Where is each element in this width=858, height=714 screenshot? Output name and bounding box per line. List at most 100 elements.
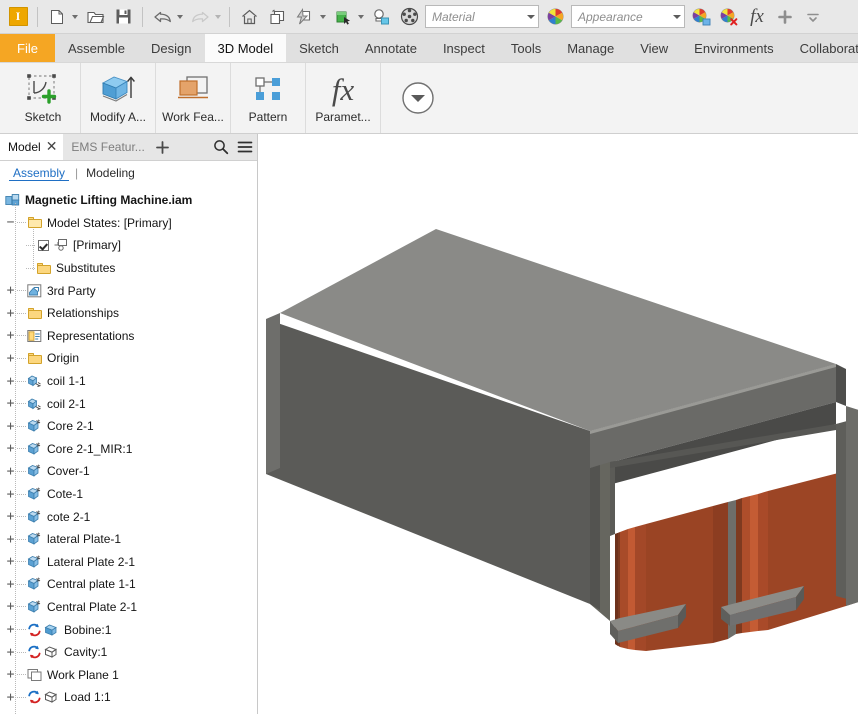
- select-button[interactable]: [329, 4, 357, 30]
- create-sketch-button[interactable]: Sketch: [12, 67, 74, 124]
- tree-item-lateral-plate-2-1[interactable]: + Lateral Plate 2-1: [0, 551, 257, 574]
- tree-item-label: Core 2-1: [47, 419, 94, 434]
- add-tool-button[interactable]: [771, 4, 799, 30]
- tab-tools[interactable]: Tools: [498, 34, 554, 62]
- new-file-dropdown-icon[interactable]: [72, 14, 78, 19]
- tree-item-representations[interactable]: + Representations: [0, 325, 257, 348]
- update-dropdown-icon[interactable]: [320, 14, 326, 19]
- tab-inspect[interactable]: Inspect: [430, 34, 498, 62]
- pattern-label: Pattern: [248, 110, 288, 124]
- tab-sketch[interactable]: Sketch: [286, 34, 352, 62]
- tab-manage[interactable]: Manage: [554, 34, 627, 62]
- tree-item-core-2-1-mir[interactable]: + Core 2-1_MIR:1: [0, 438, 257, 461]
- tab-collaborate[interactable]: Collaborate: [787, 34, 858, 62]
- tab-file[interactable]: File: [0, 34, 55, 62]
- tree-item-cote-1[interactable]: + Cote-1: [0, 483, 257, 506]
- inventor-logo-button[interactable]: I: [4, 4, 32, 30]
- tab-assemble[interactable]: Assemble: [55, 34, 138, 62]
- third-party-icon: [26, 283, 43, 298]
- open-file-button[interactable]: [81, 4, 109, 30]
- tree-item-work-plane-1[interactable]: + Work Plane 1: [0, 663, 257, 686]
- tree-item-lateral-plate-1[interactable]: + lateral Plate-1: [0, 528, 257, 551]
- tree-connector: [17, 555, 26, 569]
- tree-item-relationships[interactable]: + Relationships: [0, 302, 257, 325]
- add-tab-button[interactable]: [151, 134, 175, 160]
- tree-item-label: lateral Plate-1: [47, 532, 122, 547]
- tree-item-label: coil 2-1: [47, 396, 86, 411]
- material-combo[interactable]: Material: [425, 5, 539, 28]
- home-button[interactable]: [235, 4, 263, 30]
- redo-dropdown-icon[interactable]: [215, 14, 221, 19]
- tree-item-cavity-1[interactable]: + Cavity:1: [0, 641, 257, 664]
- tree-item-label: Substitutes: [56, 261, 116, 276]
- fx-parameters-button[interactable]: fx: [743, 4, 771, 30]
- select-dropdown-icon[interactable]: [358, 14, 364, 19]
- tree-item-3rd-party[interactable]: + 3rd Party: [0, 279, 257, 302]
- part-icon: [26, 464, 43, 479]
- model-tree[interactable]: Magnetic Lifting Machine.iam − Model Sta…: [0, 185, 257, 714]
- tree-item-central-plate-2-1[interactable]: + Central Plate 2-1: [0, 596, 257, 619]
- ems-analysis-button[interactable]: [367, 4, 395, 30]
- tree-item-central-plate-1-1[interactable]: + Central plate 1-1: [0, 573, 257, 596]
- redo-button[interactable]: [186, 4, 214, 30]
- tree-item-model-states[interactable]: − Model States: [Primary]: [0, 212, 257, 235]
- search-browser-button[interactable]: [209, 134, 233, 160]
- tab-annotate[interactable]: Annotate: [352, 34, 430, 62]
- tree-item-origin[interactable]: + Origin: [0, 347, 257, 370]
- modify-assembly-button[interactable]: Modify A...: [87, 67, 149, 124]
- pattern-button[interactable]: Pattern: [237, 67, 299, 124]
- browser-menu-button[interactable]: [233, 134, 257, 160]
- material-dropdown-icon[interactable]: [523, 7, 538, 26]
- tree-item-cover-1[interactable]: + Cover-1: [0, 460, 257, 483]
- tree-item-load-1-1[interactable]: + Load 1:1: [0, 686, 257, 709]
- tree-item-label: Magnetic Lifting Machine.iam: [25, 193, 193, 208]
- tree-item-core-2-1[interactable]: + Core 2-1: [0, 415, 257, 438]
- subtab-assembly[interactable]: Assembly: [9, 166, 70, 181]
- wire-body-icon: [43, 690, 60, 705]
- parameters-button[interactable]: fx Paramet...: [312, 67, 374, 125]
- tree-item-substitutes[interactable]: Substitutes: [0, 257, 257, 280]
- more-tools-button[interactable]: [799, 4, 827, 30]
- browser-subtab-bar: Assembly | Modeling: [0, 161, 257, 185]
- undo-dropdown-icon[interactable]: [177, 14, 183, 19]
- undo-button[interactable]: [148, 4, 176, 30]
- panel-expand-button[interactable]: [387, 78, 449, 118]
- tree-item-coil-2-1[interactable]: + coil 2-1: [0, 392, 257, 415]
- browser-tab-ems-label: EMS Featur...: [71, 140, 145, 154]
- solid-body-icon: [43, 622, 60, 637]
- browser-tab-model[interactable]: Model ✕: [0, 134, 64, 160]
- tab-design[interactable]: Design: [138, 34, 204, 62]
- tree-item-root[interactable]: Magnetic Lifting Machine.iam: [0, 189, 257, 212]
- appearance-combo[interactable]: Appearance: [571, 5, 685, 28]
- tree-item-bobine-1[interactable]: + Bobine:1: [0, 618, 257, 641]
- toolbar-separator: [142, 6, 143, 27]
- main-body: Model ✕ EMS Featur... Assembly | Modelin…: [0, 134, 858, 714]
- browser-tab-ems-features[interactable]: EMS Featur...: [63, 134, 150, 160]
- browser-tab-model-label: Model: [8, 140, 41, 154]
- subtab-modeling[interactable]: Modeling: [84, 166, 137, 180]
- work-features-button[interactable]: Work Fea...: [162, 67, 224, 124]
- tree-item-primary[interactable]: [Primary]: [0, 234, 257, 257]
- tab-view[interactable]: View: [627, 34, 681, 62]
- tree-item-cote-2-1[interactable]: + cote 2-1: [0, 505, 257, 528]
- tree-guide-line: [33, 225, 34, 271]
- return-button[interactable]: [263, 4, 291, 30]
- update-button[interactable]: [291, 4, 319, 30]
- adjust-appearance-button[interactable]: [687, 4, 715, 30]
- 3d-model-viewport[interactable]: [258, 134, 858, 714]
- tab-3d-model[interactable]: 3D Model: [204, 34, 287, 62]
- appearance-swatch-icon[interactable]: [541, 4, 569, 30]
- tree-item-coil-1-1[interactable]: + coil 1-1: [0, 370, 257, 393]
- checker-sphere-button[interactable]: [395, 4, 423, 30]
- clear-appearance-button[interactable]: [715, 4, 743, 30]
- tab-environments[interactable]: Environments: [681, 34, 786, 62]
- checkbox-icon[interactable]: [35, 238, 52, 253]
- new-file-button[interactable]: [43, 4, 71, 30]
- subassembly-icon: [26, 374, 43, 389]
- close-icon[interactable]: ✕: [46, 140, 58, 154]
- ribbon-panel-overflow: [381, 63, 455, 133]
- save-file-button[interactable]: [109, 4, 137, 30]
- parameters-label: Paramet...: [315, 110, 371, 124]
- appearance-dropdown-icon[interactable]: [669, 7, 684, 26]
- tree-guide-line: [15, 203, 16, 714]
